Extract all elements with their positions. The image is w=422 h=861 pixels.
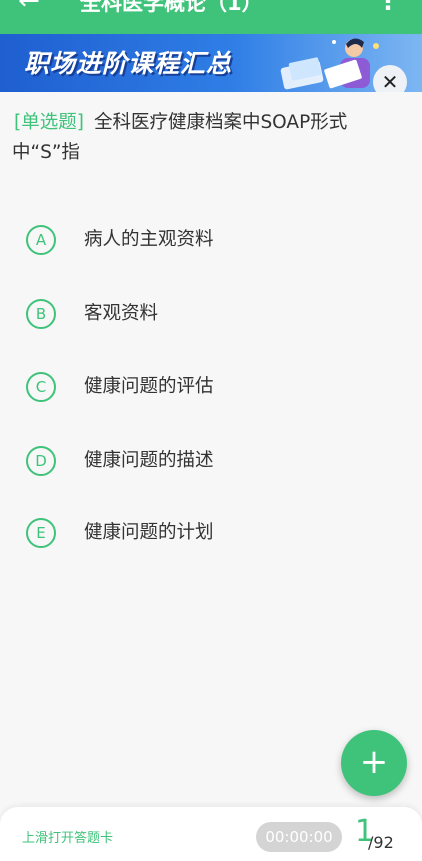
option-letter-badge: C (26, 372, 56, 402)
option-text: 健康问题的评估 (84, 376, 214, 397)
option-d[interactable]: D 健康问题的描述 (26, 443, 326, 479)
close-icon: ✕ (381, 70, 399, 92)
option-text: 客观资料 (84, 303, 159, 324)
option-text: 健康问题的计划 (84, 522, 214, 543)
more-vertical-icon[interactable]: ⋮ (376, 0, 400, 14)
add-floating-button[interactable]: + (341, 730, 407, 796)
back-arrow-icon[interactable]: ← (18, 0, 40, 14)
option-c[interactable]: C 健康问题的评估 (26, 369, 326, 405)
swipe-up-hint: 上滑打开答题卡 (22, 831, 114, 846)
option-text: 病人的主观资料 (84, 229, 214, 250)
option-letter-badge: A (26, 225, 56, 255)
question-type-label: [单选题] (14, 112, 84, 133)
answer-card-bar[interactable]: 上滑打开答题卡 00:00:00 1 /92 (0, 807, 422, 861)
question-stem: [单选题] 全科医疗健康档案中SOAP形式中“S”指 (12, 108, 410, 168)
option-letter-badge: E (26, 518, 56, 548)
option-e[interactable]: E 健康问题的计划 (26, 515, 326, 551)
plus-icon: + (359, 742, 389, 782)
total-questions: /92 (368, 833, 394, 852)
option-b[interactable]: B 客观资料 (26, 296, 326, 332)
banner-illustration (280, 38, 379, 90)
page-title: 全科医学概论（1） (80, 0, 263, 15)
option-letter-badge: D (26, 446, 56, 476)
banner-text: 职场进阶课程汇总 (24, 49, 233, 78)
option-letter-badge: B (26, 299, 56, 329)
app-bar: ← 全科医学概论（1） ⋮ (0, 0, 422, 34)
close-banner-button[interactable]: ✕ (373, 65, 407, 92)
option-text: 健康问题的描述 (84, 450, 214, 471)
exam-timer: 00:00:00 (256, 822, 342, 852)
option-a[interactable]: A 病人的主观资料 (26, 222, 326, 258)
promo-banner[interactable]: 职场进阶课程汇总 ✕ (0, 34, 422, 92)
